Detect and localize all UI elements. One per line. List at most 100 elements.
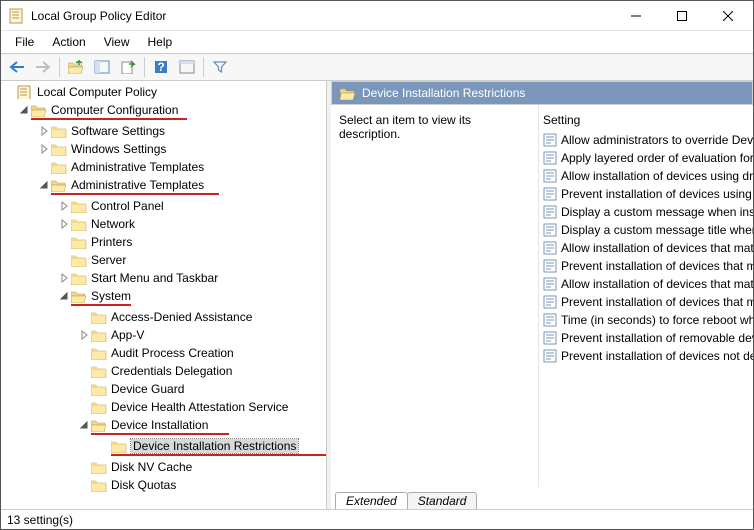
details-title: Device Installation Restrictions bbox=[362, 86, 525, 100]
back-button[interactable] bbox=[5, 56, 29, 78]
tree-item-dg[interactable]: Device Guard bbox=[3, 380, 324, 398]
setting-row[interactable]: Prevent installation of devices that mat… bbox=[539, 293, 753, 311]
properties-button[interactable] bbox=[175, 56, 199, 78]
tree-item-label: Local Computer Policy bbox=[37, 85, 157, 99]
policy-icon bbox=[543, 169, 557, 183]
tree-item-dhas[interactable]: Device Health Attestation Service bbox=[3, 398, 324, 416]
expand-icon[interactable] bbox=[57, 273, 71, 283]
folder-icon bbox=[71, 217, 87, 231]
tree-item-ss[interactable]: Software Settings bbox=[3, 122, 324, 140]
svg-text:?: ? bbox=[157, 60, 164, 74]
forward-button[interactable] bbox=[31, 56, 55, 78]
folder-icon bbox=[91, 460, 107, 474]
tabs: Extended Standard bbox=[331, 487, 753, 509]
window-title: Local Group Policy Editor bbox=[31, 9, 613, 23]
menu-action[interactable]: Action bbox=[44, 33, 93, 51]
setting-row[interactable]: Time (in seconds) to force reboot when r… bbox=[539, 311, 753, 329]
folder-icon bbox=[111, 439, 127, 453]
collapse-icon[interactable] bbox=[57, 291, 71, 301]
setting-row[interactable]: Allow installation of devices that match… bbox=[539, 239, 753, 257]
folder-icon bbox=[71, 271, 87, 285]
setting-label: Prevent installation of devices not desc… bbox=[561, 349, 753, 363]
collapse-icon[interactable] bbox=[37, 180, 51, 190]
setting-label: Prevent installation of removable device… bbox=[561, 331, 753, 345]
export-list-button[interactable] bbox=[116, 56, 140, 78]
tree-item-sys[interactable]: System bbox=[3, 287, 324, 305]
setting-label: Allow administrators to override Device … bbox=[561, 133, 753, 147]
tree-pane[interactable]: Local Computer Policy Computer Configurat… bbox=[1, 81, 327, 509]
setting-row[interactable]: Prevent installation of devices that mat… bbox=[539, 257, 753, 275]
help-button[interactable]: ? bbox=[149, 56, 173, 78]
policy-icon bbox=[543, 223, 557, 237]
menu-help[interactable]: Help bbox=[140, 33, 181, 51]
expand-icon[interactable] bbox=[77, 330, 91, 340]
expand-icon[interactable] bbox=[37, 144, 51, 154]
tree-item-root[interactable]: Local Computer Policy bbox=[3, 83, 324, 101]
setting-row[interactable]: Allow installation of devices using driv… bbox=[539, 167, 753, 185]
tree-item-appv[interactable]: App-V bbox=[3, 326, 324, 344]
settings-column-header[interactable]: Setting bbox=[539, 105, 753, 131]
filter-button[interactable] bbox=[208, 56, 232, 78]
setting-label: Allow installation of devices that match… bbox=[561, 241, 753, 255]
tree-item-label: Windows Settings bbox=[71, 142, 166, 156]
tree-item-di[interactable]: Device Installation bbox=[3, 416, 324, 434]
tree-item-cp[interactable]: Control Panel bbox=[3, 197, 324, 215]
expand-icon[interactable] bbox=[37, 126, 51, 136]
folder-icon bbox=[51, 160, 67, 174]
setting-row[interactable]: Prevent installation of devices using dr… bbox=[539, 185, 753, 203]
maximize-button[interactable] bbox=[659, 1, 705, 31]
tree-item-label: Control Panel bbox=[91, 199, 164, 213]
minimize-button[interactable] bbox=[613, 1, 659, 31]
setting-label: Allow installation of devices using driv… bbox=[561, 169, 753, 183]
details-pane: Device Installation Restrictions Select … bbox=[331, 81, 753, 509]
folder-icon bbox=[91, 346, 107, 360]
setting-row[interactable]: Prevent installation of removable device… bbox=[539, 329, 753, 347]
setting-row[interactable]: Allow administrators to override Device … bbox=[539, 131, 753, 149]
folder-icon bbox=[71, 199, 87, 213]
policy-root-icon bbox=[17, 85, 33, 99]
close-button[interactable] bbox=[705, 1, 751, 31]
setting-row[interactable]: Display a custom message when installati… bbox=[539, 203, 753, 221]
tree-item-dir[interactable]: Device Installation Restrictions bbox=[3, 437, 324, 455]
expand-icon[interactable] bbox=[57, 201, 71, 211]
setting-row[interactable]: Apply layered order of evaluation for Al… bbox=[539, 149, 753, 167]
collapse-icon[interactable] bbox=[17, 105, 31, 115]
up-button[interactable] bbox=[64, 56, 88, 78]
tab-extended[interactable]: Extended bbox=[335, 492, 408, 509]
tree-item-at1[interactable]: Administrative Templates bbox=[3, 158, 324, 176]
folder-icon bbox=[51, 124, 67, 138]
tree-item-label: Server bbox=[91, 253, 126, 267]
tree-item-label: Disk NV Cache bbox=[111, 460, 192, 474]
setting-row[interactable]: Prevent installation of devices not desc… bbox=[539, 347, 753, 365]
tree-item-prn[interactable]: Printers bbox=[3, 233, 324, 251]
expand-icon[interactable] bbox=[57, 219, 71, 229]
tree-item-ws[interactable]: Windows Settings bbox=[3, 140, 324, 158]
tree-item-srv[interactable]: Server bbox=[3, 251, 324, 269]
settings-list-pane: Setting Allow administrators to override… bbox=[539, 105, 753, 487]
tree-item-at2[interactable]: Administrative Templates bbox=[3, 176, 324, 194]
highlight-underline bbox=[91, 433, 229, 435]
show-hide-tree-button[interactable] bbox=[90, 56, 114, 78]
tree-item-dq[interactable]: Disk Quotas bbox=[3, 476, 324, 494]
tree-item-cc[interactable]: Computer Configuration bbox=[3, 101, 324, 119]
tree-item-net[interactable]: Network bbox=[3, 215, 324, 233]
tree-item-label: Credentials Delegation bbox=[111, 364, 232, 378]
policy-icon bbox=[543, 205, 557, 219]
collapse-icon[interactable] bbox=[77, 420, 91, 430]
tree-item-dnv[interactable]: Disk NV Cache bbox=[3, 458, 324, 476]
highlight-underline bbox=[51, 193, 219, 195]
menu-view[interactable]: View bbox=[96, 33, 138, 51]
tree-item-apc[interactable]: Audit Process Creation bbox=[3, 344, 324, 362]
tree-item-smt[interactable]: Start Menu and Taskbar bbox=[3, 269, 324, 287]
tree-item-ada[interactable]: Access-Denied Assistance bbox=[3, 308, 324, 326]
tree-item-cd[interactable]: Credentials Delegation bbox=[3, 362, 324, 380]
folder-icon bbox=[91, 418, 107, 432]
description-pane: Select an item to view its description. bbox=[331, 105, 539, 487]
setting-row[interactable]: Allow installation of devices that match… bbox=[539, 275, 753, 293]
tree-item-label: Audit Process Creation bbox=[111, 346, 234, 360]
tab-standard[interactable]: Standard bbox=[407, 492, 478, 509]
setting-row[interactable]: Display a custom message title when devi… bbox=[539, 221, 753, 239]
menu-file[interactable]: File bbox=[7, 33, 42, 51]
app-icon bbox=[9, 8, 25, 24]
setting-label: Prevent installation of devices that mat… bbox=[561, 295, 753, 309]
